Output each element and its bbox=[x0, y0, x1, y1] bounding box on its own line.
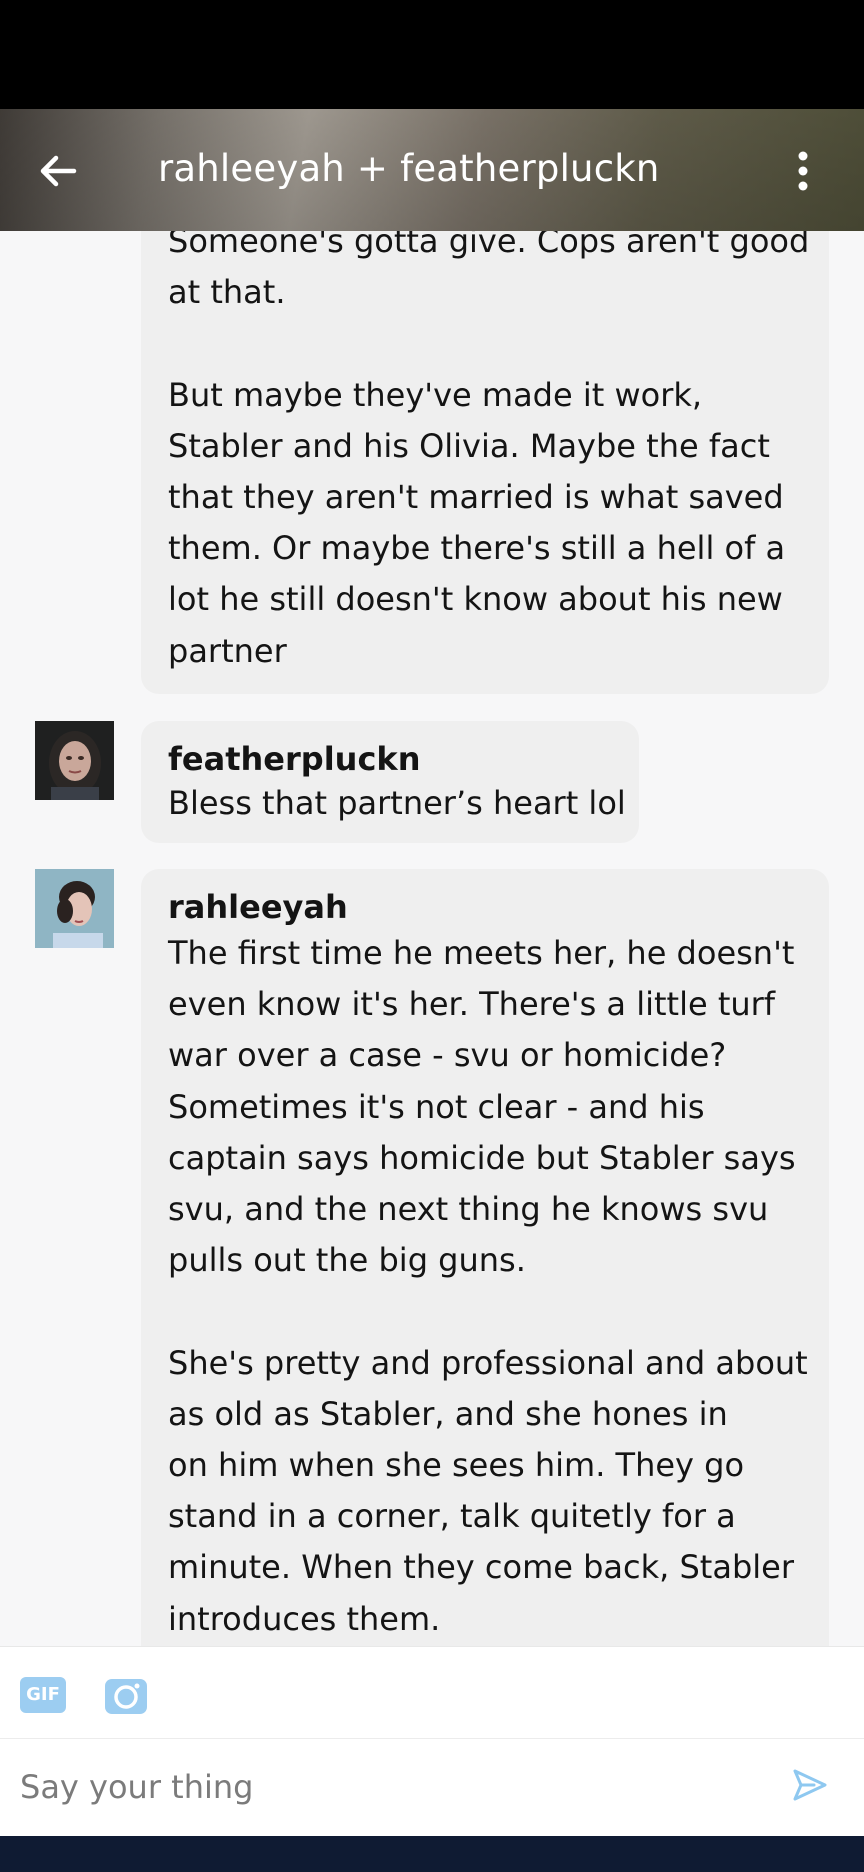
message-bubble: rahleeyah The first time he meets her, h… bbox=[141, 869, 829, 1646]
avatar-image bbox=[35, 869, 114, 948]
more-vertical-icon bbox=[798, 151, 808, 191]
avatar-featherpluckn[interactable] bbox=[35, 721, 114, 800]
send-icon bbox=[793, 1769, 827, 1801]
message-thread[interactable]: Someone's gotta give. Cops aren't good a… bbox=[0, 231, 864, 1646]
message-author[interactable]: featherpluckn bbox=[168, 739, 639, 779]
conversation-title: rahleeyah + featherpluckn bbox=[158, 147, 660, 190]
system-navigation-bar bbox=[0, 1836, 864, 1872]
message-bubble: featherpluckn Bless that partner’s heart… bbox=[141, 721, 639, 843]
message-input[interactable] bbox=[20, 1757, 760, 1817]
message-author[interactable]: rahleeyah bbox=[168, 887, 829, 927]
avatar-rahleeyah[interactable] bbox=[35, 869, 114, 948]
message-text: Someone's gotta give. Cops aren't good a… bbox=[168, 231, 810, 670]
composer-toolbar: GIF bbox=[0, 1646, 864, 1739]
camera-icon bbox=[105, 1679, 147, 1714]
more-options-button[interactable] bbox=[790, 149, 816, 193]
back-button[interactable] bbox=[36, 149, 80, 193]
message-text: The first time he meets her, he doesn't … bbox=[168, 934, 808, 1638]
conversation-header: rahleeyah + featherpluckn bbox=[0, 109, 864, 231]
status-bar bbox=[0, 0, 864, 109]
arrow-left-icon bbox=[40, 155, 77, 187]
message-bubble: Someone's gotta give. Cops aren't good a… bbox=[141, 231, 829, 694]
avatar-image bbox=[35, 721, 114, 800]
message-text: Bless that partner’s heart lol bbox=[168, 784, 626, 822]
gif-button[interactable]: GIF bbox=[20, 1677, 66, 1713]
send-button[interactable] bbox=[792, 1767, 828, 1803]
camera-button[interactable] bbox=[104, 1675, 148, 1715]
composer-input-area bbox=[0, 1738, 864, 1837]
